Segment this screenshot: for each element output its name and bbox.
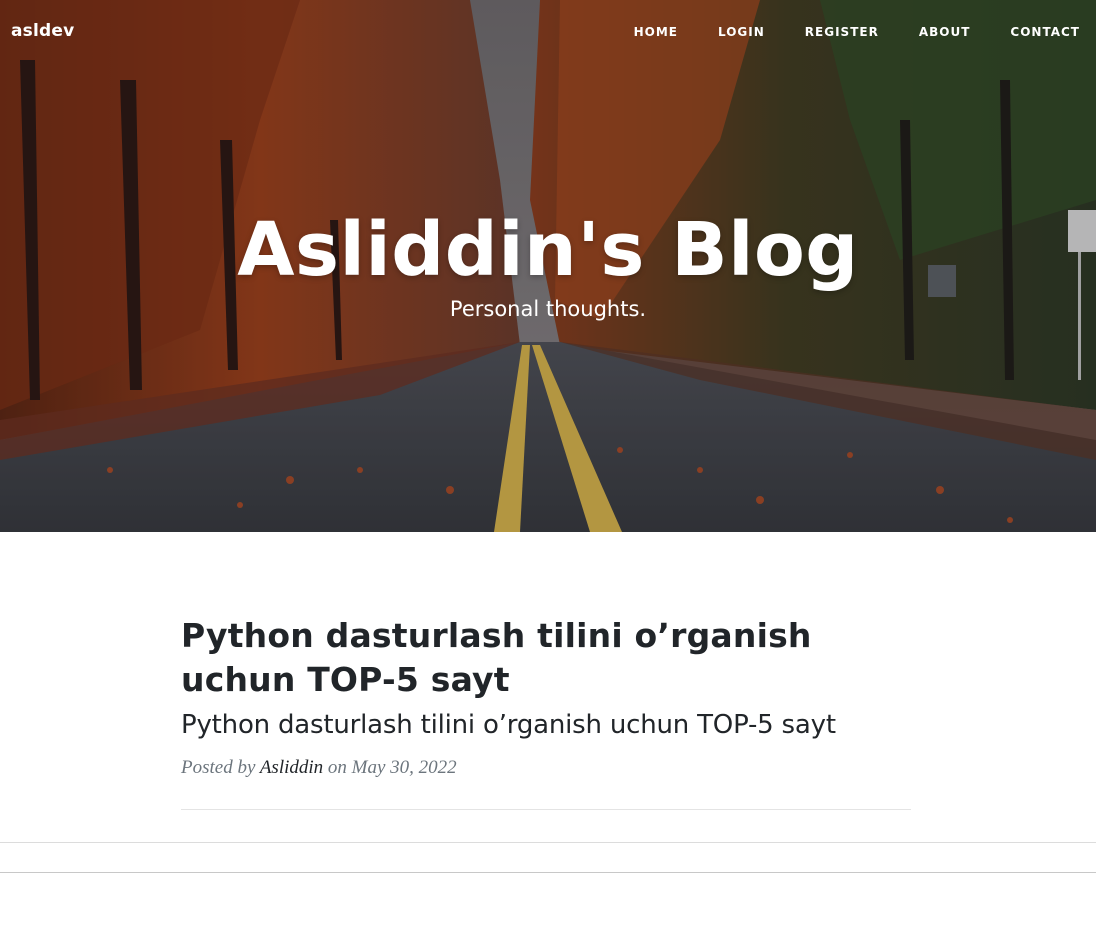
nav-link-home[interactable]: HOME bbox=[634, 25, 678, 39]
post-meta: Posted by Asliddin on May 30, 2022 bbox=[181, 756, 911, 780]
nav-link-login[interactable]: LOGIN bbox=[718, 25, 765, 39]
site-heading: Asliddin's Blog Personal thoughts. bbox=[0, 204, 1096, 322]
post-meta-on: on bbox=[327, 757, 347, 778]
nav-link-contact[interactable]: CONTACT bbox=[1010, 25, 1080, 39]
main-navbar: asldev HOME LOGIN REGISTER ABOUT CONTACT bbox=[0, 0, 1096, 64]
footer-divider bbox=[0, 872, 1096, 873]
post-divider bbox=[181, 809, 911, 810]
post-author-link[interactable]: Asliddin bbox=[260, 757, 323, 778]
site-title: Asliddin's Blog bbox=[237, 207, 859, 293]
nav-link-register[interactable]: REGISTER bbox=[805, 25, 879, 39]
post-preview[interactable]: Python dasturlash tilini o’rganish uchun… bbox=[181, 614, 911, 780]
post-title[interactable]: Python dasturlash tilini o’rganish uchun… bbox=[181, 614, 911, 702]
nav-links: HOME LOGIN REGISTER ABOUT CONTACT bbox=[594, 25, 1080, 39]
brand-link[interactable]: asldev bbox=[11, 21, 74, 41]
section-divider bbox=[0, 842, 1096, 843]
post-meta-prefix: Posted by bbox=[181, 757, 256, 778]
post-date: May 30, 2022 bbox=[351, 757, 457, 778]
post-subtitle[interactable]: Python dasturlash tilini o’rganish uchun… bbox=[181, 708, 911, 742]
hero-header: asldev HOME LOGIN REGISTER ABOUT CONTACT… bbox=[0, 0, 1096, 532]
site-subtitle: Personal thoughts. bbox=[449, 297, 647, 321]
nav-link-about[interactable]: ABOUT bbox=[919, 25, 971, 39]
